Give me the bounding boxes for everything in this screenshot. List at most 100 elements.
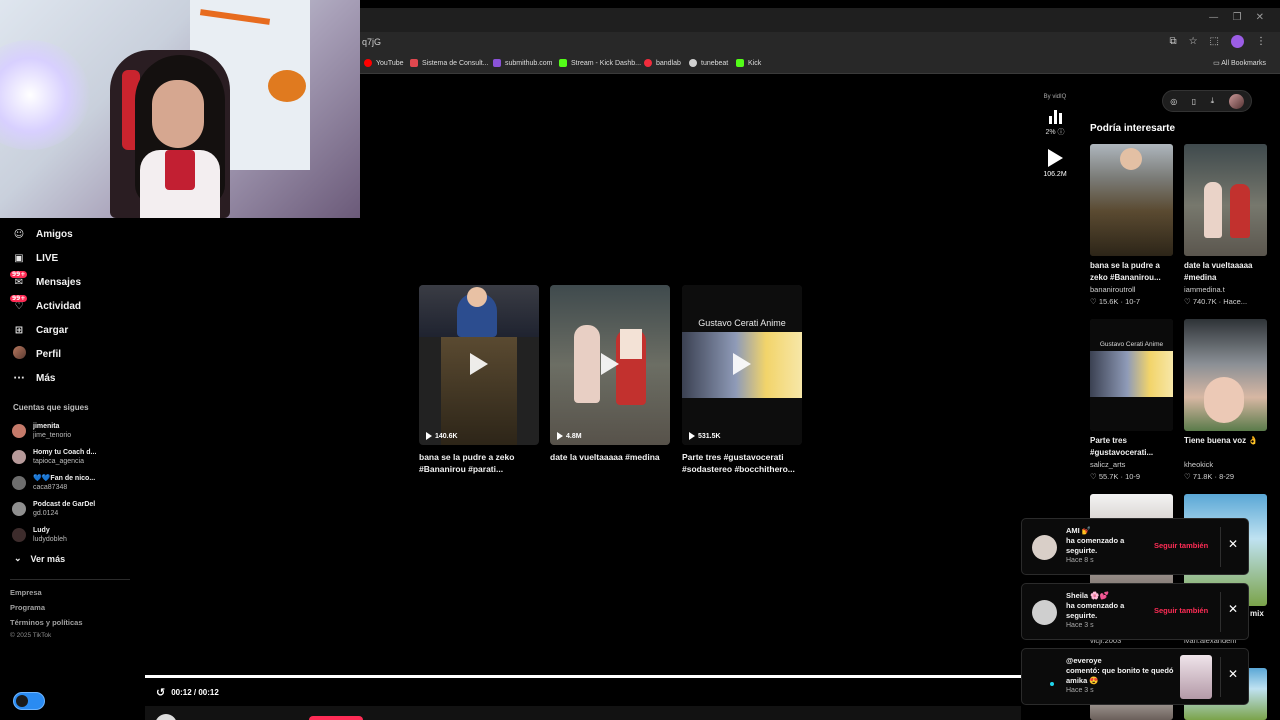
all-bookmarks-button[interactable]: ▭ All Bookmarks (1213, 59, 1266, 67)
address-bar[interactable]: q7jG ⧉ ☆ ⬚ ⋮ (360, 32, 1280, 54)
kick-icon (559, 59, 567, 67)
play-icon[interactable] (601, 353, 619, 375)
close-icon[interactable]: ✕ (1228, 667, 1238, 681)
recommendation-caption[interactable]: date la vueltaaaaa #medina (1184, 260, 1268, 284)
recommendation-user[interactable]: kheokick (1184, 460, 1268, 469)
footer-link-terminos[interactable]: Términos y políticas (10, 618, 83, 633)
bookmark-submithub[interactable]: submithub.com (493, 59, 552, 67)
close-icon[interactable]: ✕ (1228, 537, 1238, 551)
theme-toggle[interactable] (13, 692, 45, 710)
follow-back-button[interactable]: Seguir también (1154, 606, 1208, 615)
avatar (12, 424, 26, 438)
avatar (12, 528, 26, 542)
friends-icon: ☺ (13, 228, 25, 240)
bookmark-youtube[interactable]: YouTube (364, 59, 404, 67)
see-more-button[interactable]: ⌄ Ver más (14, 553, 65, 564)
recommendation-thumbnail[interactable]: Gustavo Cerati Anime (1090, 319, 1173, 431)
video-card[interactable]: 140.6K bana se la pudre a zeko #Bananiro… (419, 285, 539, 475)
bookmark-sistema[interactable]: Sistema de Consult... (410, 59, 489, 67)
bar-chart-icon[interactable] (1030, 108, 1080, 124)
video-card[interactable]: 4.8M date la vueltaaaaa #medina (550, 285, 670, 475)
author-avatar[interactable] (155, 714, 177, 720)
nav-item-mensajes[interactable]: ✉ 99+ Mensajes (10, 270, 132, 294)
recommendation-card[interactable]: Tiene buena voz 👌 kheokick ♡ 71.8K · 8-2… (1184, 319, 1268, 481)
url-text[interactable]: q7jG (362, 37, 381, 47)
following-item[interactable]: Podcast de GarDel gd.0124 (12, 496, 132, 522)
nav-item-amigos[interactable]: ☺ Amigos (12, 222, 132, 246)
footer-link-programa[interactable]: Programa (10, 603, 83, 618)
bookmark-kick-dashboard[interactable]: Stream - Kick Dashb... (559, 59, 641, 67)
nav-item-live[interactable]: ▣ LIVE (12, 246, 132, 270)
recommendation-card[interactable]: Gustavo Cerati Anime Parte tres #gustavo… (1090, 319, 1174, 481)
webcam-person-ribbon (165, 150, 195, 190)
info-icon[interactable]: ⓘ (1058, 129, 1065, 136)
webcam-light (0, 40, 90, 150)
play-icon[interactable] (470, 353, 488, 375)
minimize-icon[interactable]: — (1209, 12, 1219, 23)
restore-icon[interactable]: ❐ (1233, 12, 1242, 23)
extensions-icon[interactable]: ⬚ (1210, 36, 1219, 47)
recommendation-user[interactable]: iammedina.t (1184, 285, 1268, 294)
download-icon[interactable]: ⤓ (1211, 96, 1215, 106)
nav-item-perfil[interactable]: Perfil (12, 342, 132, 366)
recommendation-user[interactable]: salicz_arts (1090, 460, 1174, 469)
nav-item-cargar[interactable]: ⊞ Cargar (12, 318, 132, 342)
video-progress-bar[interactable] (145, 675, 1021, 678)
recommendation-caption[interactable]: Parte tres #gustavocerati... (1090, 435, 1174, 459)
profile-icon[interactable] (1231, 35, 1244, 48)
video-caption[interactable]: bana se la pudre a zeko #Bananirou #para… (419, 451, 539, 475)
recommendation-thumbnail[interactable] (1090, 144, 1173, 256)
play-count: 106.2M (1043, 171, 1067, 178)
footer-link-empresa[interactable]: Empresa (10, 588, 83, 603)
recommendation-caption[interactable]: Tiene buena voz 👌 (1184, 435, 1268, 459)
following-item[interactable]: Homy tu Coach d... tapioca_agencia (12, 444, 132, 470)
recommendation-caption[interactable]: mix (1250, 609, 1264, 618)
video-thumbnail[interactable]: 140.6K (419, 285, 539, 445)
avatar[interactable] (1032, 535, 1057, 560)
replay-icon[interactable]: ↺ (156, 686, 165, 699)
video-thumbnail[interactable]: Gustavo Cerati Anime 531.5K (682, 285, 802, 445)
user-avatar[interactable] (1228, 93, 1244, 109)
upload-icon: ⊞ (14, 324, 24, 336)
bookmarks-bar: YouTube Sistema de Consult... submithub.… (360, 54, 1280, 74)
video-caption[interactable]: Parte tres #gustavocerati #sodastereo #b… (682, 451, 802, 475)
avatar[interactable] (1032, 600, 1057, 625)
play-count-icon (1047, 149, 1063, 167)
compass-icon[interactable]: ◎ (1170, 97, 1177, 106)
follow-back-button[interactable]: Seguir también (1154, 541, 1208, 550)
notification-name: Sheila 🌸💕 (1066, 591, 1109, 600)
recommendation-card[interactable]: bana se la pudre a zeko #Bananirou... ba… (1090, 144, 1174, 306)
close-icon[interactable]: ✕ (1228, 602, 1238, 616)
phone-icon[interactable]: ▯ (1192, 97, 1196, 106)
nav-item-mas[interactable]: ··· Más (12, 366, 132, 390)
follow-button[interactable] (309, 716, 363, 720)
notification-follow[interactable]: Sheila 🌸💕 ha comenzado a seguirte. Hace … (1021, 583, 1249, 640)
nav-item-actividad[interactable]: ♡ 99+ Actividad (10, 294, 132, 318)
copyright: © 2025 TikTok (10, 632, 52, 639)
following-item[interactable]: jimenita jime_tenorio (12, 418, 132, 444)
recommendation-caption[interactable]: bana se la pudre a zeko #Bananirou... (1090, 260, 1174, 284)
activity-badge: 99+ (10, 294, 28, 302)
recommendation-card[interactable]: date la vueltaaaaa #medina iammedina.t ♡… (1184, 144, 1268, 306)
bookmark-tunebeat[interactable]: tunebeat (689, 59, 728, 67)
bookmark-bandlab[interactable]: bandlab (644, 59, 681, 67)
video-caption[interactable]: date la vueltaaaaa #medina (550, 451, 670, 475)
webcam-pumpkin (268, 70, 306, 102)
video-card[interactable]: Gustavo Cerati Anime 531.5K Parte tres #… (682, 285, 802, 475)
comment-video-thumbnail[interactable] (1180, 655, 1212, 699)
recommendation-thumbnail[interactable] (1184, 319, 1267, 431)
play-icon[interactable] (733, 353, 751, 375)
browser-menu-icon[interactable]: ⋮ (1256, 36, 1266, 47)
bookmark-kick[interactable]: Kick (736, 59, 761, 67)
install-app-icon[interactable]: ⧉ (1169, 36, 1176, 47)
following-item[interactable]: 💙💙Fan de nico... caca87348 (12, 470, 132, 496)
recommendation-meta: ♡ 55.7K · 10-9 (1090, 472, 1141, 481)
video-thumbnail[interactable]: 4.8M (550, 285, 670, 445)
notification-comment[interactable]: @everoye comentó: que bonito te quedó am… (1021, 648, 1249, 705)
close-window-icon[interactable]: ✕ (1256, 12, 1264, 23)
recommendation-thumbnail[interactable] (1184, 144, 1267, 256)
recommendation-user[interactable]: bananiroutroll (1090, 285, 1174, 294)
following-item[interactable]: Ludy ludydobleh (12, 522, 132, 548)
bookmark-star-icon[interactable]: ☆ (1189, 36, 1198, 47)
notification-follow[interactable]: AMI 💅 ha comenzado a seguirte. Hace 8 s … (1021, 518, 1249, 575)
